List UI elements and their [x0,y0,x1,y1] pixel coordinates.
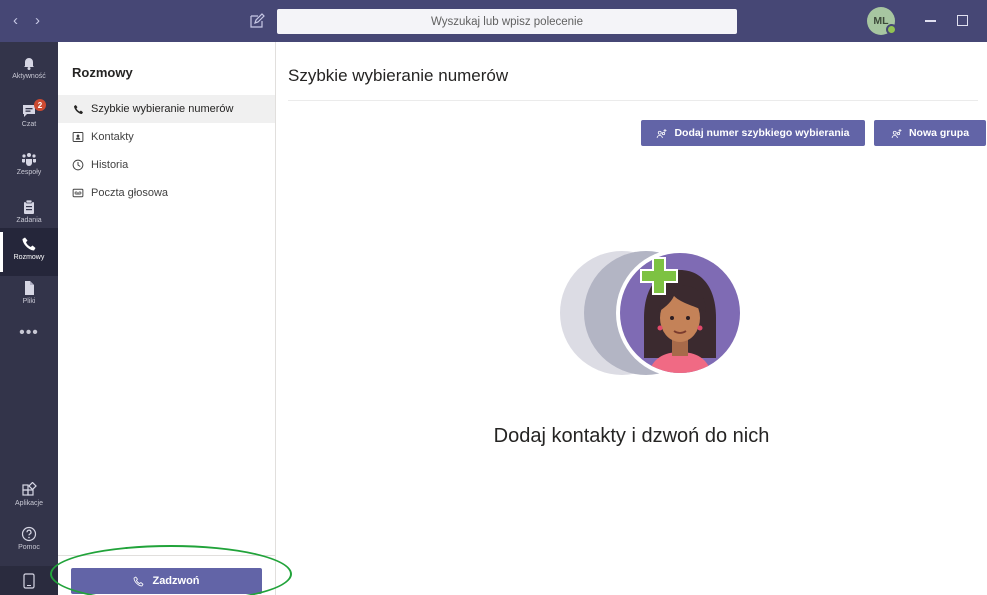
tasks-icon [24,199,34,214]
search-input[interactable]: Wyszukaj lub wpisz polecenie [277,9,737,34]
panel-item-label: Kontakty [91,131,134,143]
search-placeholder: Wyszukaj lub wpisz polecenie [430,15,584,28]
compose-icon[interactable] [249,13,265,29]
app-rail: Aktywność Czat 2 Zespoły Zadania Rozmowy… [0,42,58,595]
call-button[interactable]: Zadzwoń [71,568,262,594]
panel-item-label: Szybkie wybieranie numerów [91,103,234,115]
rail-item-calls[interactable]: Rozmowy [0,228,58,276]
rail-label: Pliki [22,298,36,305]
call-button-label: Zadzwoń [152,575,200,587]
teams-window: ‹ › Wyszukaj lub wpisz polecenie ML Akty… [0,0,987,595]
rail-label: Rozmowy [13,254,45,261]
rail-label: Pomoc [18,544,40,551]
phone-icon [72,103,84,115]
rail-item-apps[interactable]: Aplikacje [0,474,58,522]
add-people-icon [657,128,667,138]
add-speed-dial-label: Dodaj numer szybkiego wybierania [674,127,850,139]
panel-title: Rozmowy [72,65,133,80]
panel-item-contacts[interactable]: Kontakty [58,123,275,151]
chevron-left-icon[interactable]: ‹ [13,13,18,28]
calls-panel: Rozmowy Szybkie wybieranie numerów Konta… [58,42,276,595]
panel-item-label: Historia [91,159,129,171]
panel-item-label: Poczta głosowa [91,187,169,199]
help-icon [21,526,37,542]
panel-item-voicemail[interactable]: Poczta głosowa [58,179,275,207]
call-button-area: Zadzwoń [58,555,275,595]
add-contact-illustration [560,249,744,377]
chevron-right-icon[interactable]: › [35,13,40,28]
rail-label: Aplikacje [14,500,43,507]
add-speed-dial-button[interactable]: Dodaj numer szybkiego wybierania [641,120,865,146]
notification-badge: 2 [34,99,46,111]
title-bar: ‹ › Wyszukaj lub wpisz polecenie ML [0,0,987,42]
rail-label: Zespoły [16,169,42,176]
teams-icon [22,153,36,166]
mobile-device-icon [23,572,35,589]
rail-item-files[interactable]: Pliki [0,272,58,320]
voicemail-icon [72,187,84,199]
device-icon[interactable] [0,566,58,595]
rail-label: Czat [21,121,37,128]
rail-item-teams[interactable]: Zespoły [0,143,58,191]
presence-status-icon [886,24,897,35]
panel-item-speed-dial[interactable]: Szybkie wybieranie numerów [58,95,275,123]
apps-icon [22,482,37,496]
rail-label: Zadania [16,217,42,224]
clock-icon [72,159,84,171]
minimize-button[interactable] [925,20,936,22]
new-group-label: Nowa grupa [908,127,970,139]
divider [288,100,978,101]
bell-icon [24,58,34,70]
contact-card-icon [72,131,84,143]
rail-item-activity[interactable]: Aktywność [0,47,58,95]
phone-icon [134,575,144,586]
rail-item-help[interactable]: Pomoc [0,518,58,566]
file-icon [25,281,34,295]
add-people-icon [891,128,902,138]
rail-item-chat[interactable]: Czat 2 [0,95,58,143]
rail-label: Aktywność [12,73,46,80]
main-content: Szybkie wybieranie numerów Dodaj numer s… [276,42,987,595]
panel-item-history[interactable]: Historia [58,151,275,179]
maximize-button[interactable] [957,15,968,26]
phone-icon [22,237,36,251]
page-title: Szybkie wybieranie numerów [288,66,509,85]
more-apps-icon[interactable]: ••• [0,324,58,342]
new-group-button[interactable]: Nowa grupa [874,120,986,146]
empty-state-message: Dodaj kontakty i dzwoń do nich [493,425,770,447]
